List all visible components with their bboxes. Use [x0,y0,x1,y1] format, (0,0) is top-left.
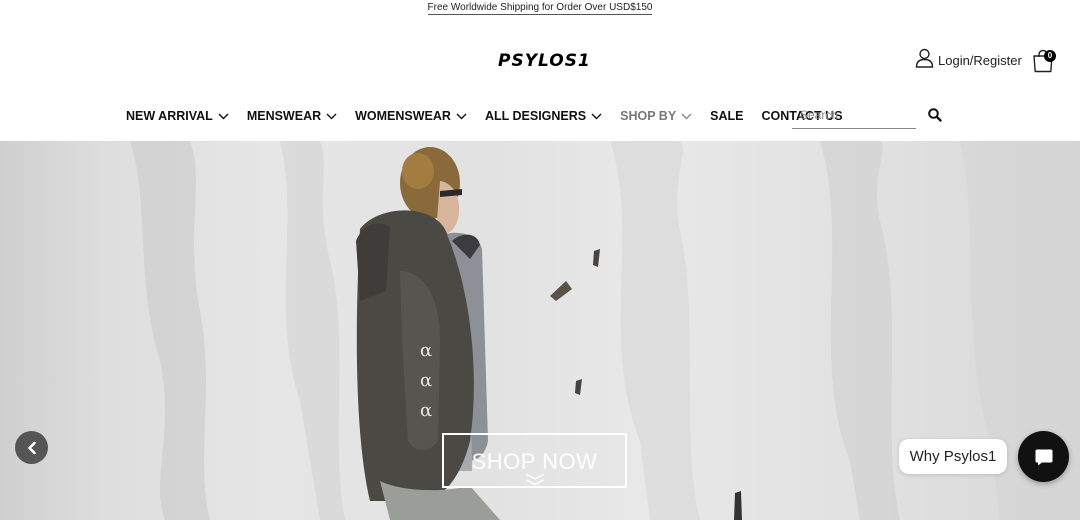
search-button[interactable] [927,107,943,123]
cart-count-badge: 0 [1044,50,1056,62]
main-nav: NEW ARRIVAL MENSWEAR WOMENSWEAR ALL DESI… [126,105,861,127]
logo[interactable]: PSYLOS1 [498,50,590,72]
carousel-prev-button[interactable] [15,431,48,464]
nav-item-label: WOMENSWEAR [355,109,451,123]
nav-item-all-designers[interactable]: ALL DESIGNERS [485,109,602,123]
hero-banner[interactable]: α α α SHOP NOW Why Psylos1 [0,141,1080,520]
announcement-link[interactable]: Free Worldwide Shipping for Order Over U… [427,1,653,15]
nav-item-label: SALE [710,109,744,123]
logo-text: PSYLOS1 [498,51,591,71]
cart-button[interactable]: 0 [1031,47,1057,73]
page: Free Worldwide Shipping for Order Over U… [0,0,1080,520]
search-input[interactable] [792,102,916,128]
nav-item-label: MENSWEAR [246,109,322,123]
chevron-left-icon [27,441,36,454]
nav-item-menswear[interactable]: MENSWEAR [247,109,337,123]
chevron-down-icon [681,113,692,120]
chevron-down-icon [591,113,602,120]
chat-launcher-button[interactable] [1018,431,1069,482]
chevron-down-icon [218,113,229,120]
nav-item-womenswear[interactable]: WOMENSWEAR [355,109,467,123]
nav-item-sale[interactable]: SALE [710,109,743,123]
nav-item-label: NEW ARRIVAL [126,109,213,123]
chevron-down-icon [456,113,467,120]
announcement-bar: Free Worldwide Shipping for Order Over U… [0,0,1080,16]
login-register-link[interactable]: Login/Register [915,48,1022,73]
double-chevron-down-icon [525,473,544,486]
search-field [792,102,916,129]
svg-text:α: α [420,370,432,391]
chevron-down-icon [326,113,337,120]
chat-greeting-bubble[interactable]: Why Psylos1 [899,439,1007,474]
svg-text:α: α [420,340,432,361]
nav-item-shop-by[interactable]: SHOP BY [620,109,692,123]
shop-now-button[interactable]: SHOP NOW [442,433,627,488]
nav-item-label: SHOP BY [620,109,677,123]
user-icon [915,48,934,73]
svg-text:α: α [420,400,432,421]
chat-icon [1035,449,1052,465]
nav-item-label: ALL DESIGNERS [484,109,587,123]
header: PSYLOS1 Login/Register 0 NEW ARRIVAL MEN… [0,16,1080,140]
nav-item-new-arrival[interactable]: NEW ARRIVAL [126,109,229,123]
chat-greeting-label: Why Psylos1 [909,448,997,465]
search-icon [928,108,942,122]
login-register-label: Login/Register [938,52,1022,68]
